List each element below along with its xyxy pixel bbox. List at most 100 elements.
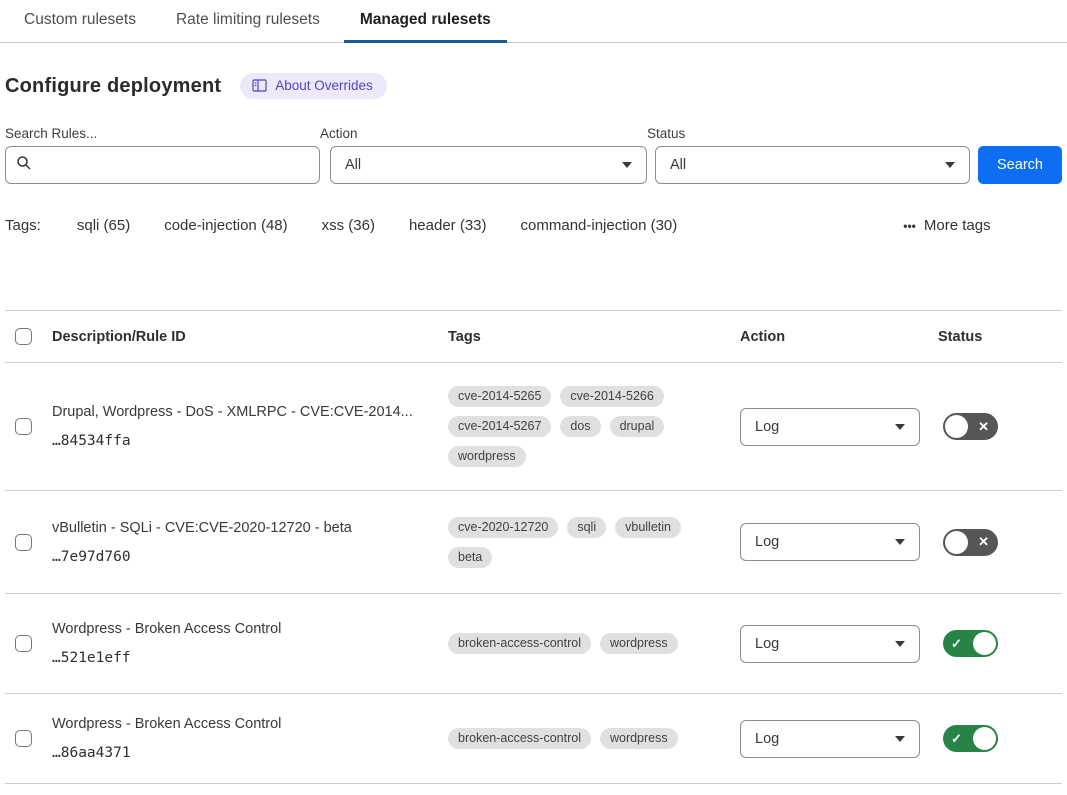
- rule-status-cell: ✓ ✕: [938, 630, 1062, 657]
- rule-description-cell: Wordpress - Broken Access Control …86aa4…: [52, 716, 448, 761]
- table-row: Wordpress - Broken Access Control …521e1…: [5, 594, 1062, 694]
- status-filter-select[interactable]: All: [655, 146, 970, 184]
- rule-tag: broken-access-control: [448, 633, 591, 654]
- tab-custom-rulesets[interactable]: Custom rulesets: [8, 0, 152, 43]
- col-header-description: Description/Rule ID: [52, 329, 448, 345]
- rule-tag: broken-access-control: [448, 728, 591, 749]
- rule-id: …7e97d760: [52, 549, 448, 565]
- tag-filter-code-injection[interactable]: code-injection (48): [164, 217, 287, 234]
- search-field: Search Rules...: [5, 126, 320, 184]
- rule-id: …521e1eff: [52, 650, 448, 666]
- search-label: Search Rules...: [5, 126, 320, 141]
- rule-action-value: Log: [755, 534, 779, 550]
- rule-tag: vbulletin: [615, 517, 681, 538]
- row-checkbox-cell: [5, 534, 52, 551]
- tag-filter-header[interactable]: header (33): [409, 217, 487, 234]
- ellipsis-icon: •••: [903, 219, 916, 233]
- rule-tag: beta: [448, 547, 492, 568]
- rule-tag: dos: [560, 416, 600, 437]
- tab-rate-limiting-rulesets[interactable]: Rate limiting rulesets: [160, 0, 336, 43]
- row-checkbox[interactable]: [15, 730, 32, 747]
- rule-status-cell: ✓ ✕: [938, 529, 1062, 556]
- tags-bar-label: Tags:: [5, 217, 41, 234]
- rule-tag: cve-2020-12720: [448, 517, 558, 538]
- rule-action-select[interactable]: Log: [740, 625, 920, 663]
- toggle-knob: [945, 415, 968, 438]
- rule-description-cell: vBulletin - SQLi - CVE:CVE-2020-12720 - …: [52, 520, 448, 565]
- rule-tag: cve-2014-5267: [448, 416, 551, 437]
- book-icon: [252, 79, 267, 92]
- page-title: Configure deployment: [5, 75, 221, 98]
- rule-tags-cell: cve-2014-5265 cve-2014-5266 cve-2014-526…: [448, 386, 740, 467]
- col-header-action: Action: [740, 329, 938, 345]
- rule-action-value: Log: [755, 731, 779, 747]
- tab-managed-rulesets[interactable]: Managed rulesets: [344, 0, 507, 43]
- rule-tag: wordpress: [600, 633, 678, 654]
- rule-tag: drupal: [610, 416, 665, 437]
- rule-status-toggle[interactable]: ✓ ✕: [943, 413, 998, 440]
- rule-tag: cve-2014-5265: [448, 386, 551, 407]
- rule-description: Wordpress - Broken Access Control: [52, 621, 448, 637]
- x-icon: ✕: [978, 535, 989, 548]
- chevron-down-icon: [895, 539, 905, 545]
- rule-description: Wordpress - Broken Access Control: [52, 716, 448, 732]
- rule-action-value: Log: [755, 636, 779, 652]
- action-filter-select[interactable]: All: [330, 146, 647, 184]
- row-checkbox[interactable]: [15, 418, 32, 435]
- row-checkbox-cell: [5, 730, 52, 747]
- rule-description-cell: Drupal, Wordpress - DoS - XMLRPC - CVE:C…: [52, 404, 448, 449]
- row-checkbox[interactable]: [15, 534, 32, 551]
- col-header-tags: Tags: [448, 329, 740, 345]
- x-icon: ✕: [978, 420, 989, 433]
- table-row: Wordpress - Broken Access Control …86aa4…: [5, 694, 1062, 784]
- action-field: Action All: [320, 126, 647, 184]
- row-checkbox-cell: [5, 635, 52, 652]
- rule-status-toggle[interactable]: ✓ ✕: [943, 725, 998, 752]
- rule-action-select[interactable]: Log: [740, 720, 920, 758]
- search-input[interactable]: [40, 147, 309, 183]
- table-row: Drupal, Wordpress - DoS - XMLRPC - CVE:C…: [5, 363, 1062, 491]
- tag-filter-xss[interactable]: xss (36): [322, 217, 375, 234]
- rule-tag: sqli: [567, 517, 606, 538]
- tag-filter-command-injection[interactable]: command-injection (30): [521, 217, 678, 234]
- more-tags-button[interactable]: ••• More tags: [903, 217, 990, 234]
- select-all-checkbox[interactable]: [15, 328, 32, 345]
- search-box: [5, 146, 320, 184]
- rule-status-toggle[interactable]: ✓ ✕: [943, 630, 998, 657]
- about-overrides-button[interactable]: About Overrides: [240, 73, 387, 99]
- search-icon: [16, 155, 32, 175]
- check-icon: ✓: [951, 637, 962, 650]
- col-header-status: Status: [938, 329, 1062, 345]
- status-field: Status All: [647, 126, 970, 184]
- rule-description: vBulletin - SQLi - CVE:CVE-2020-12720 - …: [52, 520, 448, 536]
- rule-status-cell: ✓ ✕: [938, 725, 1062, 752]
- rule-tag: cve-2014-5266: [560, 386, 663, 407]
- rule-status-toggle[interactable]: ✓ ✕: [943, 529, 998, 556]
- rules-table: Description/Rule ID Tags Action Status D…: [5, 310, 1062, 784]
- rule-action-cell: Log: [740, 625, 938, 663]
- search-button[interactable]: Search: [978, 146, 1062, 184]
- table-header-row: Description/Rule ID Tags Action Status: [5, 311, 1062, 363]
- rule-tags-cell: broken-access-control wordpress: [448, 633, 740, 654]
- rule-action-select[interactable]: Log: [740, 408, 920, 446]
- status-filter-value: All: [670, 157, 686, 173]
- rule-description-cell: Wordpress - Broken Access Control …521e1…: [52, 621, 448, 666]
- ruleset-tabbar: Custom rulesets Rate limiting rulesets M…: [0, 0, 1067, 43]
- row-checkbox[interactable]: [15, 635, 32, 652]
- row-checkbox-cell: [5, 418, 52, 435]
- rule-action-value: Log: [755, 419, 779, 435]
- toggle-knob: [945, 531, 968, 554]
- chevron-down-icon: [622, 162, 632, 168]
- more-tags-label: More tags: [924, 217, 991, 234]
- rule-description: Drupal, Wordpress - DoS - XMLRPC - CVE:C…: [52, 404, 448, 420]
- chevron-down-icon: [945, 162, 955, 168]
- tag-filter-sqli[interactable]: sqli (65): [77, 217, 130, 234]
- rule-tags-cell: broken-access-control wordpress: [448, 728, 740, 749]
- rule-id: …86aa4371: [52, 745, 448, 761]
- rule-id: …84534ffa: [52, 433, 448, 449]
- rule-tags-cell: cve-2020-12720 sqli vbulletin beta: [448, 517, 740, 568]
- rule-action-cell: Log: [740, 523, 938, 561]
- rule-action-select[interactable]: Log: [740, 523, 920, 561]
- status-label: Status: [647, 126, 970, 141]
- rule-status-cell: ✓ ✕: [938, 413, 1062, 440]
